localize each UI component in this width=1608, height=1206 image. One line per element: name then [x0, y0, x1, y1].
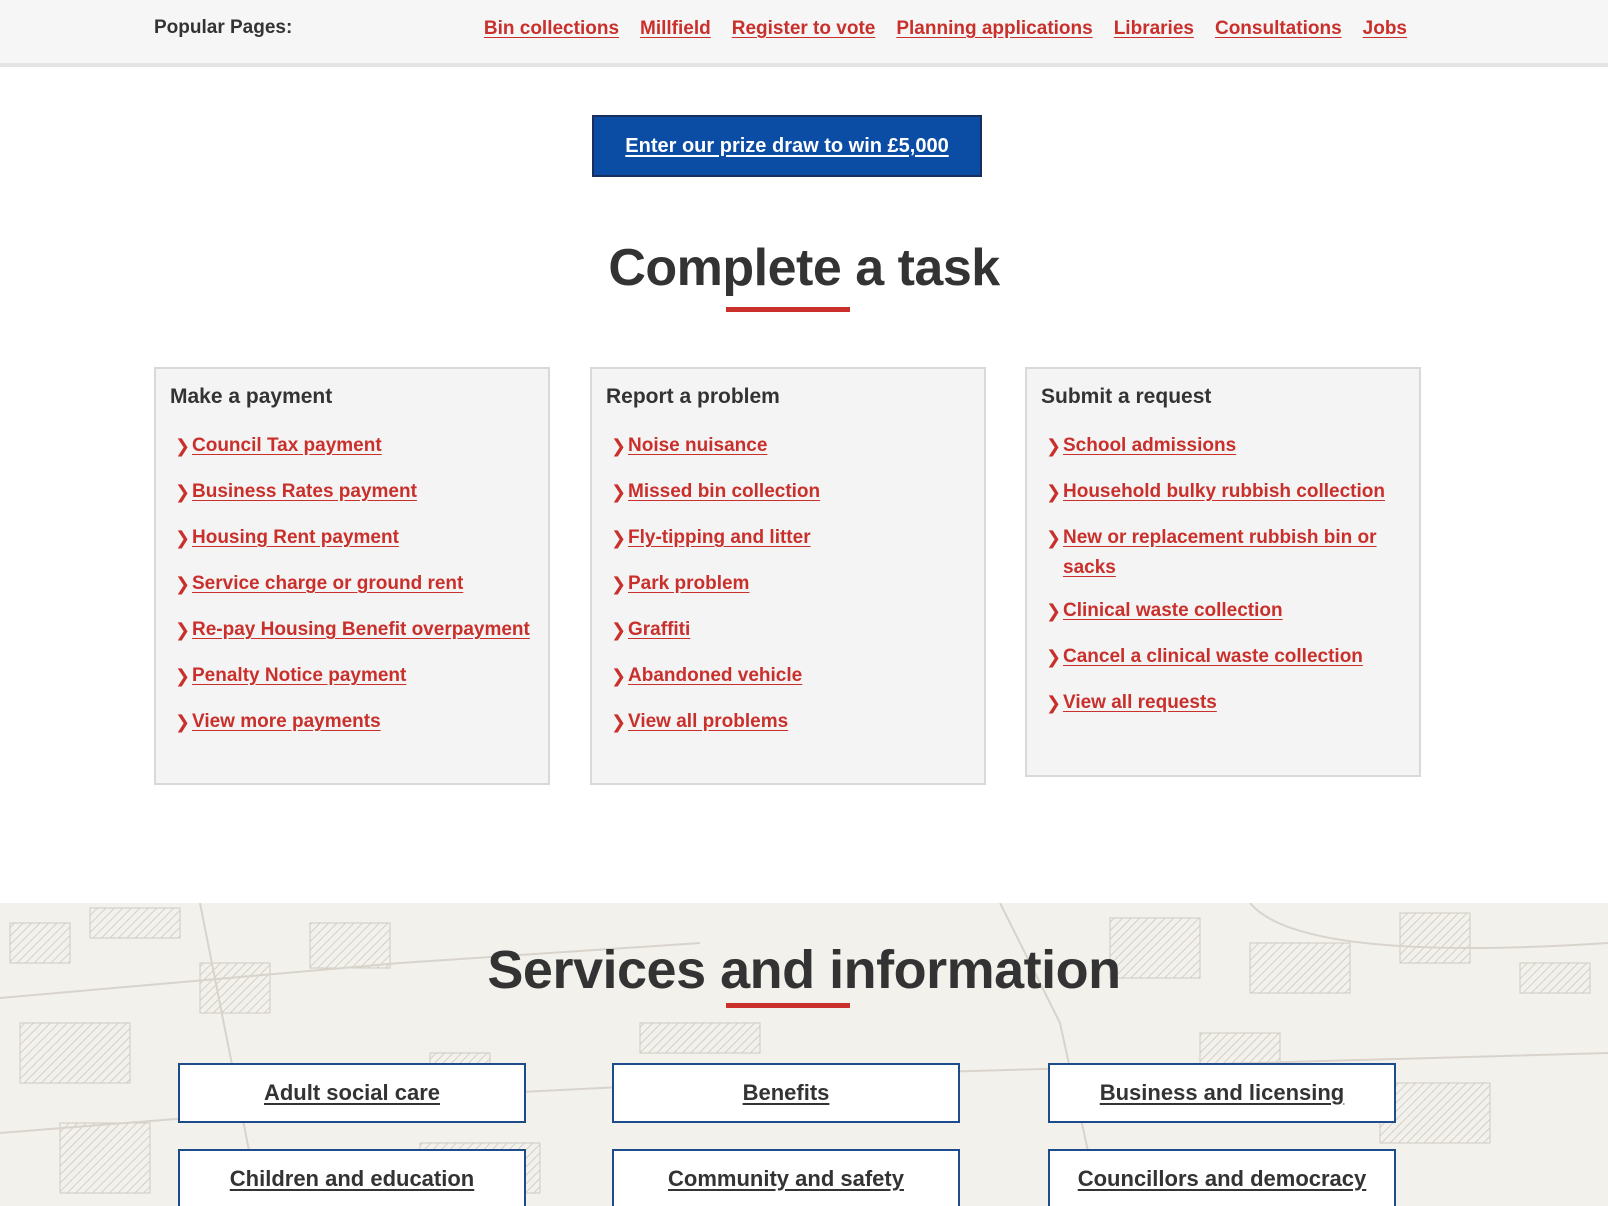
service-button-business-and-licensing[interactable]: Business and licensing — [1048, 1063, 1396, 1123]
chevron-right-icon: ❯ — [175, 574, 191, 594]
popular-pages-nav: Bin collections Millfield Register to vo… — [484, 18, 1407, 40]
task-link[interactable]: Household bulky rubbish collection — [1063, 481, 1385, 502]
task-link[interactable]: Business Rates payment — [192, 481, 417, 502]
chevron-right-icon: ❯ — [175, 666, 191, 686]
complete-task-heading: Complete a task — [608, 239, 1000, 297]
view-all-requests-link[interactable]: View all requests — [1063, 692, 1217, 713]
list-item: ❯ Re-pay Housing Benefit overpayment — [170, 615, 534, 645]
services-heading: Services and information — [487, 940, 1121, 1000]
view-more-payments-link[interactable]: View more payments — [192, 711, 381, 732]
chevron-right-icon: ❯ — [611, 436, 627, 456]
chevron-right-icon: ❯ — [1046, 436, 1062, 456]
chevron-right-icon: ❯ — [611, 482, 627, 502]
service-button-children-and-education[interactable]: Children and education — [178, 1149, 526, 1206]
chevron-right-icon: ❯ — [175, 528, 191, 548]
list-item: ❯ Council Tax payment — [170, 431, 534, 461]
make-payment-card: Make a payment ❯ Council Tax payment ❯ Bus… — [154, 367, 550, 785]
complete-task-underline — [726, 307, 850, 312]
chevron-right-icon: ❯ — [1046, 693, 1062, 713]
task-link[interactable]: Fly-tipping and litter — [628, 527, 811, 548]
chevron-right-icon: ❯ — [1046, 482, 1062, 502]
task-link[interactable]: Missed bin collection — [628, 481, 820, 502]
popular-link-jobs[interactable]: Jobs — [1363, 18, 1407, 40]
popular-link-planning-applications[interactable]: Planning applications — [896, 18, 1092, 40]
popular-link-register-to-vote[interactable]: Register to vote — [732, 18, 876, 40]
list-item: ❯ Service charge or ground rent — [170, 569, 534, 599]
prize-draw-button[interactable]: Enter our prize draw to win £5,000 — [592, 115, 982, 177]
services-section: Services and information Adult social ca… — [0, 903, 1608, 1206]
list-item: ❯ Household bulky rubbish collection — [1041, 477, 1405, 507]
list-item: ❯ Missed bin collection — [606, 477, 970, 507]
popular-pages-label: Popular Pages: — [154, 17, 293, 38]
task-link[interactable]: Re-pay Housing Benefit overpayment — [192, 619, 530, 640]
task-link[interactable]: Council Tax payment — [192, 435, 382, 456]
card-heading: Make a payment — [170, 385, 333, 408]
popular-link-consultations[interactable]: Consultations — [1215, 18, 1342, 40]
task-link[interactable]: Housing Rent payment — [192, 527, 399, 548]
service-link[interactable]: Adult social care — [264, 1080, 440, 1106]
card-link-list: ❯ Council Tax payment ❯ Business Rates pay… — [170, 431, 534, 737]
view-all-problems-link[interactable]: View all problems — [628, 711, 788, 732]
task-link[interactable]: Service charge or ground rent — [192, 573, 463, 594]
list-item: ❯ Housing Rent payment — [170, 523, 534, 553]
list-item: ❯ New or replacement rubbish bin or sacks — [1041, 523, 1405, 583]
chevron-right-icon: ❯ — [175, 620, 191, 640]
card-heading: Submit a request — [1041, 385, 1212, 408]
chevron-right-icon: ❯ — [175, 712, 191, 732]
chevron-right-icon: ❯ — [611, 712, 627, 732]
prize-draw-link[interactable]: Enter our prize draw to win £5,000 — [625, 135, 948, 158]
card-link-list: ❯ Noise nuisance ❯ Missed bin collection ❯… — [606, 431, 970, 737]
service-link[interactable]: Business and licensing — [1100, 1080, 1345, 1106]
list-item: ❯ Noise nuisance — [606, 431, 970, 461]
task-link[interactable]: Park problem — [628, 573, 749, 594]
list-item: ❯ Fly-tipping and litter — [606, 523, 970, 553]
list-item: ❯ School admissions — [1041, 431, 1405, 461]
chevron-right-icon: ❯ — [175, 436, 191, 456]
chevron-right-icon: ❯ — [1046, 647, 1062, 667]
popular-link-bin-collections[interactable]: Bin collections — [484, 18, 619, 40]
services-underline — [726, 1003, 850, 1008]
task-link[interactable]: Cancel a clinical waste collection — [1063, 646, 1363, 667]
task-link[interactable]: Penalty Notice payment — [192, 665, 406, 686]
task-link[interactable]: New or replacement rubbish bin or sacks — [1063, 527, 1377, 578]
task-link[interactable]: Noise nuisance — [628, 435, 767, 456]
popular-link-libraries[interactable]: Libraries — [1114, 18, 1194, 40]
task-link[interactable]: Graffiti — [628, 619, 690, 640]
chevron-right-icon: ❯ — [611, 574, 627, 594]
popular-pages-bar: Popular Pages: Bin collections Millfield… — [0, 0, 1608, 67]
chevron-right-icon: ❯ — [611, 528, 627, 548]
service-link[interactable]: Community and safety — [668, 1166, 904, 1192]
popular-link-millfield[interactable]: Millfield — [640, 18, 711, 40]
task-link[interactable]: Clinical waste collection — [1063, 600, 1283, 621]
list-item: ❯ Abandoned vehicle — [606, 661, 970, 691]
service-link[interactable]: Councillors and democracy — [1078, 1166, 1367, 1192]
list-item: ❯ Cancel a clinical waste collection — [1041, 642, 1405, 672]
list-item: ❯ View more payments — [170, 707, 534, 737]
list-item: ❯ Graffiti — [606, 615, 970, 645]
task-link[interactable]: School admissions — [1063, 435, 1236, 456]
chevron-right-icon: ❯ — [175, 482, 191, 502]
list-item: ❯ Penalty Notice payment — [170, 661, 534, 691]
list-item: ❯ Business Rates payment — [170, 477, 534, 507]
service-button-councillors-and-democracy[interactable]: Councillors and democracy — [1048, 1149, 1396, 1206]
chevron-right-icon: ❯ — [1046, 528, 1062, 548]
chevron-right-icon: ❯ — [611, 666, 627, 686]
list-item: ❯ Clinical waste collection — [1041, 596, 1405, 626]
card-heading: Report a problem — [606, 385, 780, 408]
chevron-right-icon: ❯ — [611, 620, 627, 640]
service-button-adult-social-care[interactable]: Adult social care — [178, 1063, 526, 1123]
list-item: ❯ Park problem — [606, 569, 970, 599]
service-button-benefits[interactable]: Benefits — [612, 1063, 960, 1123]
report-problem-card: Report a problem ❯ Noise nuisance ❯ Missed… — [590, 367, 986, 785]
list-item: ❯ View all problems — [606, 707, 970, 737]
service-link[interactable]: Benefits — [743, 1080, 830, 1106]
service-button-community-and-safety[interactable]: Community and safety — [612, 1149, 960, 1206]
submit-request-card: Submit a request ❯ School admissions ❯ Hou… — [1025, 367, 1421, 777]
card-link-list: ❯ School admissions ❯ Household bulky rubb… — [1041, 431, 1405, 718]
list-item: ❯ View all requests — [1041, 688, 1405, 718]
chevron-right-icon: ❯ — [1046, 601, 1062, 621]
task-link[interactable]: Abandoned vehicle — [628, 665, 802, 686]
service-link[interactable]: Children and education — [230, 1166, 474, 1192]
